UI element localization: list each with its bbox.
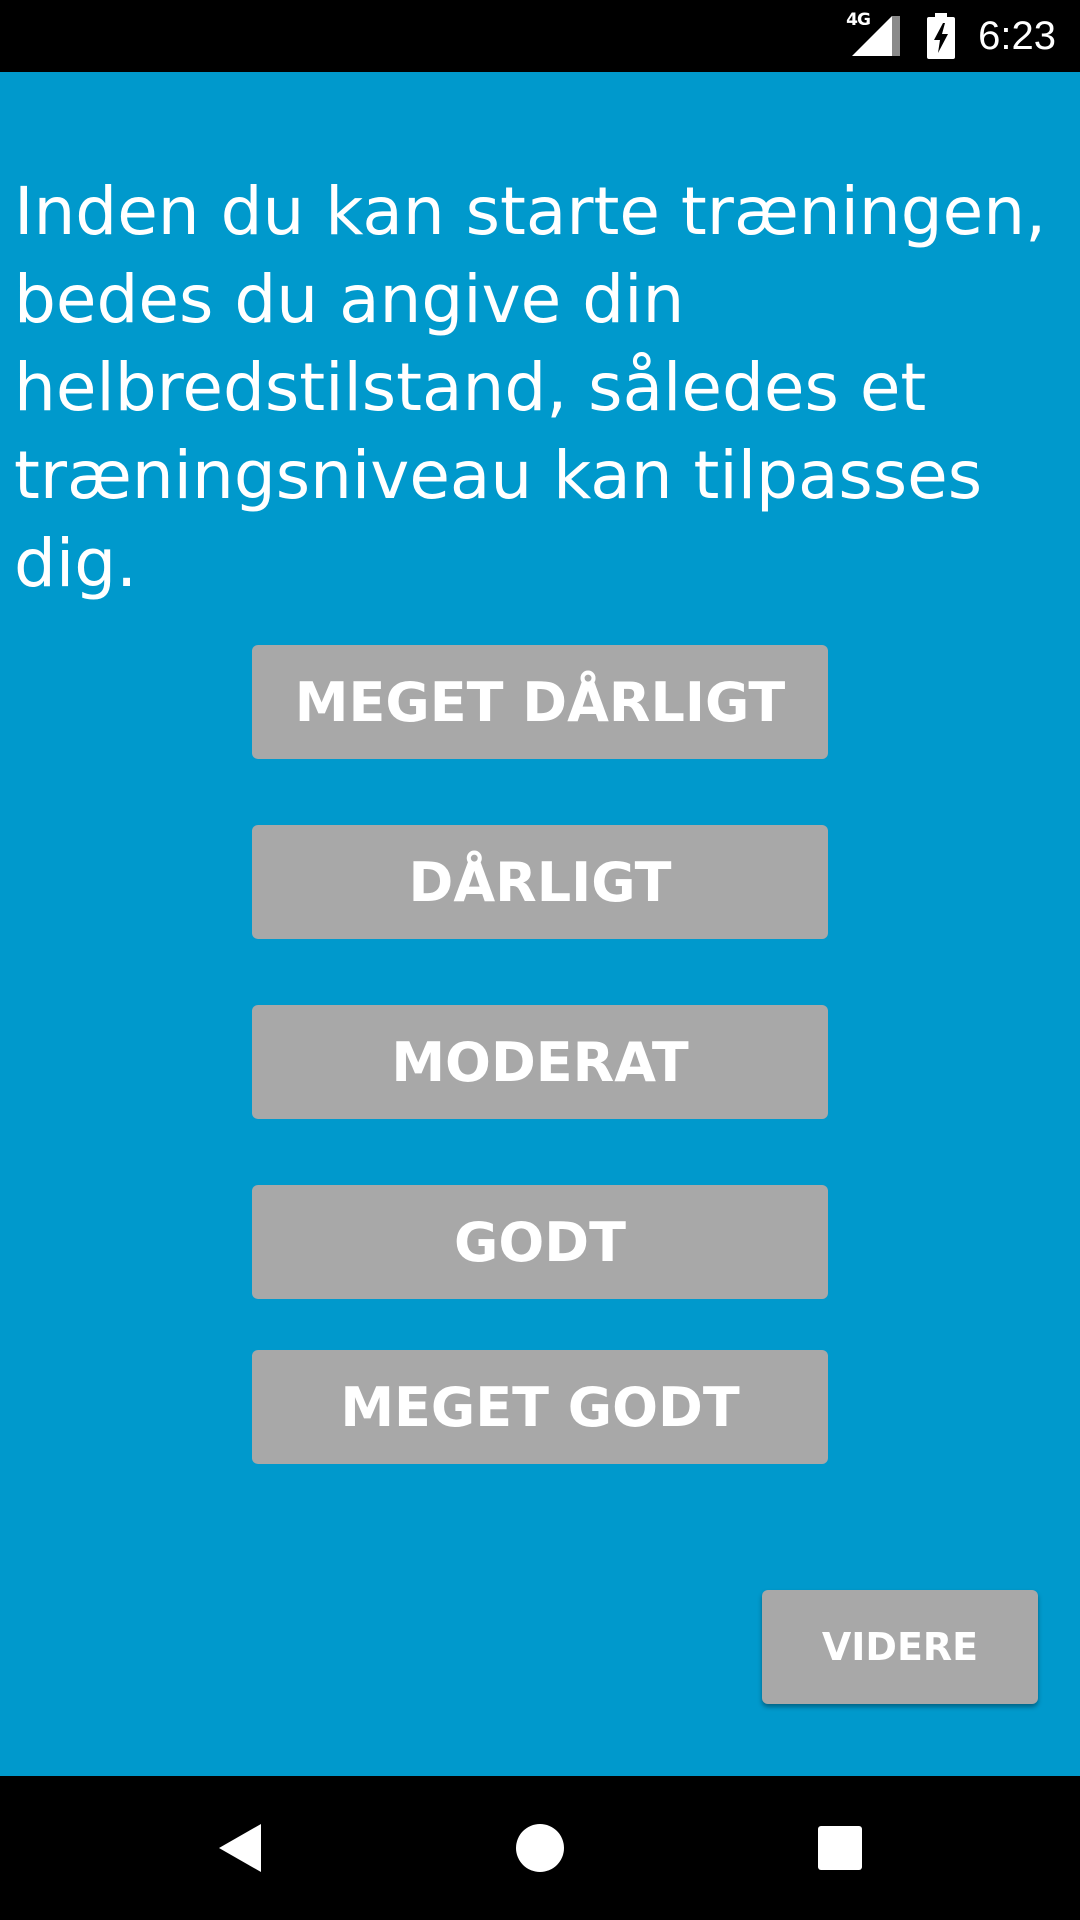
option-very-good-button[interactable]: MEGET GODT (252, 1350, 828, 1464)
home-icon[interactable] (504, 1812, 576, 1884)
option-good-button[interactable]: GODT (252, 1185, 828, 1299)
health-status-screen: Inden du kan starte træningen, bedes du … (0, 72, 1080, 1776)
option-moderate-button[interactable]: MODERAT (252, 1005, 828, 1119)
option-bad-button[interactable]: DÅRLIGT (252, 825, 828, 939)
cell-signal-icon: 4G (846, 10, 904, 60)
status-bar: 4G 6:23 (0, 0, 1080, 72)
recents-icon[interactable] (804, 1812, 876, 1884)
status-icons: 4G 6:23 (846, 0, 1056, 72)
battery-charging-icon (926, 13, 956, 59)
network-type-label: 4G (846, 10, 871, 30)
back-icon[interactable] (204, 1812, 276, 1884)
next-button[interactable]: VIDERE (762, 1590, 1038, 1704)
intro-text: Inden du kan starte træningen, bedes du … (14, 173, 1047, 602)
option-very-bad-button[interactable]: MEGET DÅRLIGT (252, 645, 828, 759)
navigation-bar (0, 1776, 1080, 1920)
clock: 6:23 (978, 13, 1056, 58)
